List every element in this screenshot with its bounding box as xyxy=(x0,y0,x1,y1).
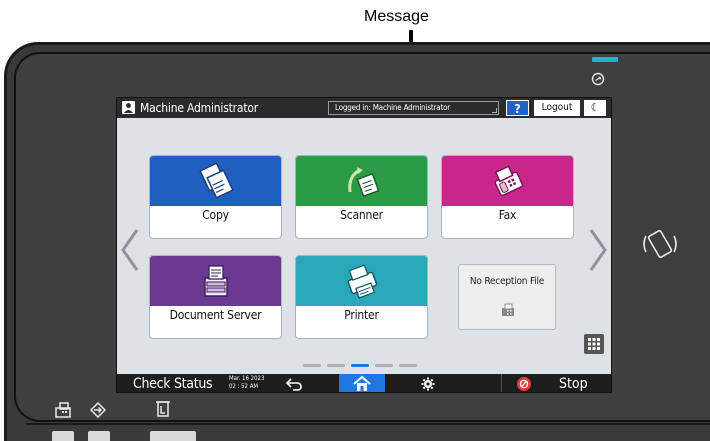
divider xyxy=(501,374,502,392)
page-dot[interactable] xyxy=(327,364,345,367)
app-fax[interactable]: Fax xyxy=(441,155,574,239)
date-text: Mar. 16 2023 xyxy=(229,375,265,382)
page-dot[interactable] xyxy=(399,364,417,367)
energy-saver-button[interactable]: ☾ xyxy=(584,100,606,116)
app-copy[interactable]: Copy xyxy=(149,155,282,239)
logged-in-user: Machine Administrator xyxy=(140,101,258,115)
expand-corner-icon xyxy=(492,108,497,113)
tile-header xyxy=(442,156,573,206)
stop-button[interactable]: Stop xyxy=(559,374,588,392)
widget-title: No Reception File xyxy=(469,276,545,287)
status-led xyxy=(592,57,618,62)
document-server-icon xyxy=(203,265,228,297)
tile-header xyxy=(296,156,427,206)
page-indicator xyxy=(303,364,423,368)
message-area[interactable]: Logged in: Machine Administrator xyxy=(328,101,499,115)
power-icon[interactable] xyxy=(591,72,605,86)
page-dot-active[interactable] xyxy=(351,364,369,367)
fax-icon xyxy=(493,165,523,197)
date-time: Mar. 16 2023 02 : 52 AM xyxy=(229,375,269,391)
previous-page-button[interactable] xyxy=(119,228,141,272)
help-button[interactable]: ? xyxy=(506,100,529,116)
app-scanner[interactable]: Scanner xyxy=(295,155,428,239)
fax-reception-widget[interactable]: No Reception File xyxy=(458,264,556,330)
scanner-icon xyxy=(347,167,380,198)
app-label: Document Server xyxy=(169,308,262,322)
copy-icon xyxy=(198,162,234,199)
back-icon[interactable] xyxy=(285,377,303,391)
page-dot[interactable] xyxy=(303,364,321,367)
check-status-button[interactable]: Check Status xyxy=(133,374,213,392)
logout-button[interactable]: Logout xyxy=(534,100,580,116)
page-dot[interactable] xyxy=(375,364,393,367)
grid-icon[interactable] xyxy=(584,334,604,354)
fax-tray-icon xyxy=(502,303,514,316)
hardware-tab xyxy=(52,431,74,441)
printer-icon xyxy=(347,264,377,299)
fax-key-icon[interactable] xyxy=(54,402,72,418)
home-icon xyxy=(353,375,371,391)
bottom-bar: Check Status Mar. 16 2023 02 : 52 AM Sto… xyxy=(117,374,611,392)
document-key-icon[interactable] xyxy=(155,400,171,418)
stop-icon[interactable] xyxy=(517,377,531,391)
moon-icon: ☾ xyxy=(590,101,600,114)
time-text: 02 : 52 AM xyxy=(229,383,259,390)
next-page-button[interactable] xyxy=(587,228,609,272)
device-panel-figure: Message Machine Administrator Logged in:… xyxy=(0,0,710,441)
message-text: Logged in: Machine Administrator xyxy=(335,103,451,112)
app-label: Copy xyxy=(202,208,229,222)
top-bar: Machine Administrator Logged in: Machine… xyxy=(117,98,611,118)
home-button[interactable] xyxy=(339,374,385,392)
callout-label: Message xyxy=(364,8,429,25)
tile-header xyxy=(150,256,281,306)
tile-header xyxy=(296,256,427,306)
app-label: Fax xyxy=(498,208,517,222)
user-icon xyxy=(122,101,135,114)
nfc-icon xyxy=(643,230,677,258)
gear-icon[interactable] xyxy=(421,377,435,391)
touch-screen: Machine Administrator Logged in: Machine… xyxy=(116,97,612,393)
app-label: Printer xyxy=(344,308,379,322)
app-label: Scanner xyxy=(340,208,383,222)
device-bottom-strip xyxy=(26,423,710,441)
app-printer[interactable]: Printer xyxy=(295,255,428,339)
hardware-tab xyxy=(88,431,110,441)
data-in-icon xyxy=(90,402,106,418)
app-document-server[interactable]: Document Server xyxy=(149,255,282,339)
hardware-tab xyxy=(150,431,196,441)
tile-header xyxy=(150,156,281,206)
